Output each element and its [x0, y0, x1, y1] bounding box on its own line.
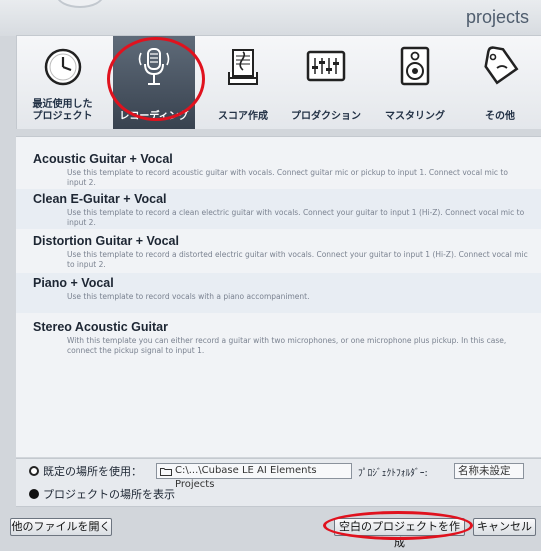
location-options: 既定の場所を使用： C:\...\Cubase LE AI Elements P… [16, 458, 541, 507]
show-location-label: プロジェクトの場所を表示 [43, 488, 175, 501]
template-row[interactable]: Acoustic Guitar + Vocal Use this templat… [16, 149, 541, 187]
project-path-field[interactable]: C:\...\Cubase LE AI Elements Projects [156, 463, 352, 490]
radio-show-location[interactable] [29, 489, 39, 499]
category-label: マスタリング [385, 111, 445, 122]
template-description: Use this template to record a distorted … [67, 250, 528, 269]
template-row[interactable]: Piano + Vocal Use this template to recor… [16, 273, 541, 313]
cancel-button[interactable]: キャンセル [473, 518, 536, 536]
category-label: その他 [485, 111, 515, 122]
header-bar: projects [0, 0, 541, 36]
category-recent-projects[interactable]: 最近使用した プロジェクト [17, 36, 108, 129]
template-list[interactable]: Acoustic Guitar + Vocal Use this templat… [16, 136, 541, 457]
folder-icon [160, 468, 172, 476]
template-description: Use this template to record acoustic gui… [67, 168, 508, 187]
template-title: Stereo Acoustic Guitar [33, 320, 168, 334]
template-description: With this template you can either record… [67, 336, 507, 355]
category-label: 最近使用した プロジェクト [32, 99, 93, 122]
speaker-icon [400, 46, 430, 86]
project-folder-label: ﾌﾟﾛｼﾞｪｸﾄﾌｫﾙﾀﾞｰ: [358, 468, 428, 479]
category-scoring[interactable]: スコア作成 [207, 36, 279, 129]
template-description: Use this template to record vocals with … [67, 292, 310, 301]
project-path-value: C:\...\Cubase LE AI Elements Projects [175, 465, 317, 490]
default-location-label: 既定の場所を使用： [43, 465, 142, 478]
template-description: Use this template to record a clean elec… [67, 208, 525, 227]
category-other[interactable]: その他 [463, 36, 537, 129]
page-title: projects [465, 7, 529, 27]
template-row[interactable]: Clean E-Guitar + Vocal Use this template… [16, 189, 541, 229]
category-production[interactable]: プロダクション [285, 36, 367, 129]
template-row[interactable]: Distortion Guitar + Vocal Use this templ… [16, 231, 541, 271]
template-title: Clean E-Guitar + Vocal [33, 192, 167, 206]
window-corner-decoration [56, 0, 104, 8]
music-score-icon [228, 49, 258, 85]
highlight-circle-create [323, 511, 473, 540]
open-other-file-button[interactable]: 他のファイルを開く [10, 518, 112, 536]
template-title: Acoustic Guitar + Vocal [33, 152, 173, 166]
category-bar: 最近使用した プロジェクト レコーディング スコア作成 プロダクション マスタリ… [16, 35, 541, 129]
category-mastering[interactable]: マスタリング [373, 36, 457, 129]
clock-icon [44, 48, 81, 86]
template-title: Piano + Vocal [33, 276, 114, 290]
project-folder-name-field[interactable]: 名称未設定 [454, 463, 524, 479]
tag-icon [484, 46, 519, 85]
highlight-circle-recording [107, 37, 205, 121]
template-title: Distortion Guitar + Vocal [33, 234, 179, 248]
category-label: プロダクション [291, 111, 361, 122]
category-label: スコア作成 [218, 111, 268, 122]
mixer-icon [306, 50, 346, 82]
template-row[interactable]: Stereo Acoustic Guitar With this templat… [16, 317, 541, 359]
radio-default-location[interactable] [29, 466, 39, 476]
